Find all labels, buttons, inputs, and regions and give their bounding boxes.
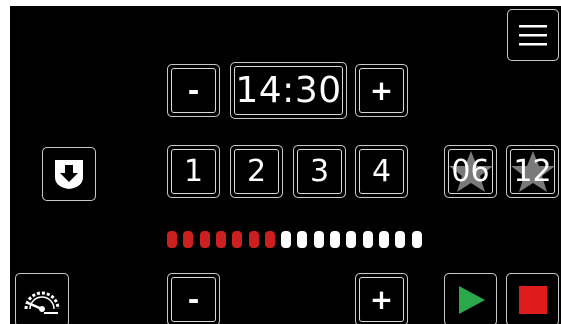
level-segment [281,231,292,248]
time-display: 14:30 [230,62,347,119]
plus-label: + [369,74,394,107]
save-button[interactable] [42,147,96,201]
speedometer-icon [24,291,60,314]
time-increase-button[interactable]: + [355,64,408,117]
level-segment [313,231,324,248]
hamburger-menu-icon [519,25,547,46]
favorite-label: 06 [451,154,490,189]
level-segment [264,231,275,248]
level-segment [362,231,373,248]
download-shield-icon [55,160,83,189]
level-segment [411,231,422,248]
play-button[interactable] [444,273,497,324]
program-button-4[interactable]: 4 [355,145,408,198]
level-segment [297,231,308,248]
level-segment [167,231,177,248]
favorite-button-12[interactable]: 12 [506,145,559,198]
play-icon [458,285,485,314]
minus-label: - [187,283,200,316]
program-button-1[interactable]: 1 [167,145,220,198]
menu-button[interactable] [507,9,559,61]
level-decrease-button[interactable]: - [167,273,220,324]
level-segment [183,231,194,248]
program-label: 4 [371,154,392,189]
favorite-label: 12 [513,154,552,189]
plus-label: + [369,283,394,316]
level-segment [232,231,243,248]
level-segment [346,231,357,248]
level-segment [395,231,406,248]
program-button-3[interactable]: 3 [293,145,346,198]
level-segment [248,231,259,248]
level-segment [215,231,226,248]
level-segment [378,231,389,248]
speed-button[interactable] [15,273,69,324]
program-label: 1 [183,154,204,189]
minus-label: - [187,74,200,107]
level-segment [199,231,210,248]
time-value: 14:30 [235,70,342,111]
program-label: 3 [309,154,330,189]
time-decrease-button[interactable]: - [167,64,220,117]
program-button-2[interactable]: 2 [230,145,283,198]
stop-button[interactable] [506,273,559,324]
level-segment [330,231,340,248]
favorite-button-06[interactable]: 06 [444,145,497,198]
control-panel: - 14:30 + 1 2 3 4 06 12 - + [10,6,561,324]
level-increase-button[interactable]: + [355,273,408,324]
stop-icon [518,285,547,314]
program-label: 2 [246,154,267,189]
